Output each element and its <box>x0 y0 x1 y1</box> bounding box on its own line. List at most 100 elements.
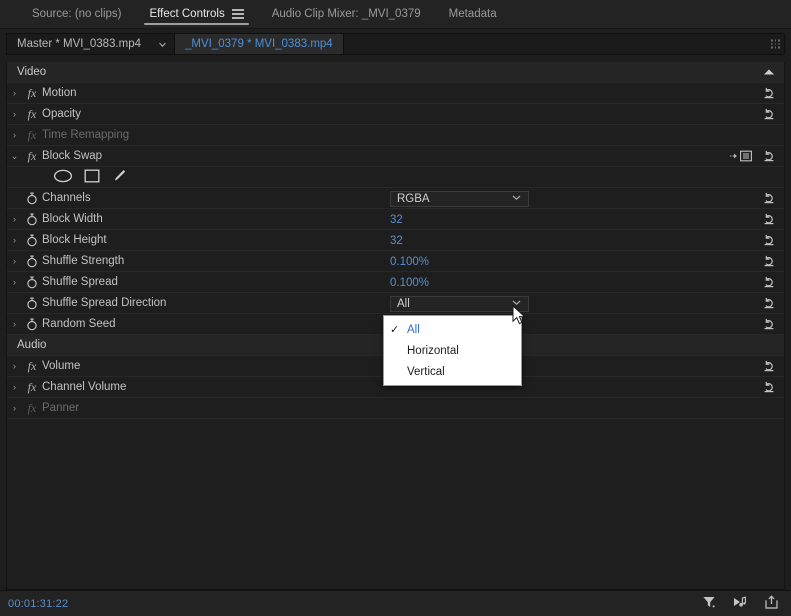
param-row-channels[interactable]: Channels RGBA <box>7 188 784 209</box>
effect-name-label: Volume <box>42 360 81 372</box>
param-value[interactable]: 32 <box>390 209 403 230</box>
stopwatch-icon[interactable] <box>22 192 42 205</box>
param-row-shuffle-spread-direction[interactable]: Shuffle Spread Direction All <box>7 293 784 314</box>
selected-clip-button[interactable]: _MVI_0379 * MVI_0383.mp4 <box>174 34 344 54</box>
menu-item-horizontal-label: Horizontal <box>407 344 459 357</box>
param-value[interactable]: 32 <box>390 230 403 251</box>
disclosure-triangle-icon[interactable]: › <box>7 256 22 266</box>
status-bar: 00:01:31:22 <box>0 590 791 616</box>
reset-icon[interactable] <box>762 107 776 121</box>
disclosure-triangle-icon[interactable]: › <box>7 235 22 245</box>
reset-icon[interactable] <box>762 86 776 100</box>
master-clip-label: Master * MVI_0383.mp4 <box>17 38 142 50</box>
disclosure-triangle-icon[interactable]: › <box>7 130 22 140</box>
reset-icon[interactable] <box>762 380 776 394</box>
param-value-unit: % <box>418 276 430 289</box>
effect-list-toggle-icon[interactable] <box>730 150 752 162</box>
tab-audio-clip-mixer-label: Audio Clip Mixer: _MVI_0379 <box>271 8 421 20</box>
param-value[interactable]: 0.100 % <box>390 251 429 272</box>
param-row-block-height[interactable]: › Block Height 32 <box>7 230 784 251</box>
menu-item-horizontal[interactable]: Horizontal <box>384 340 521 361</box>
checkmark-icon: ✓ <box>390 324 400 336</box>
disclosure-triangle-icon[interactable]: › <box>7 88 22 98</box>
ellipse-mask-icon[interactable] <box>53 169 73 186</box>
disclosure-triangle-icon[interactable]: › <box>7 361 22 371</box>
param-value-number[interactable]: 32 <box>390 235 403 247</box>
menu-item-all[interactable]: ✓ All <box>384 319 521 340</box>
reset-icon[interactable] <box>762 191 776 205</box>
stopwatch-icon[interactable] <box>22 255 42 268</box>
reset-icon[interactable] <box>762 149 776 163</box>
effect-name-label: Channel Volume <box>42 381 127 393</box>
param-value[interactable]: 0.100 % <box>390 272 429 293</box>
param-name-label: Random Seed <box>42 318 116 330</box>
tab-audio-clip-mixer[interactable]: Audio Clip Mixer: _MVI_0379 <box>258 0 435 29</box>
param-name-label: Shuffle Spread <box>42 276 118 288</box>
param-row-shuffle-strength[interactable]: › Shuffle Strength 0.100 % <box>7 251 784 272</box>
menu-item-all-label: All <box>407 323 420 336</box>
disclosure-triangle-icon[interactable]: › <box>7 277 22 287</box>
disclosure-triangle-icon[interactable]: › <box>7 319 22 329</box>
tab-metadata[interactable]: Metadata <box>435 0 511 29</box>
fx-icon: fx <box>27 85 37 100</box>
effect-row-time-remapping[interactable]: › fx Time Remapping <box>7 125 784 146</box>
shuffle-spread-direction-dropdown[interactable]: All <box>390 296 529 312</box>
panel-tab-bar: Source: (no clips) Effect Controls Audio… <box>0 0 791 29</box>
reset-icon[interactable] <box>762 359 776 373</box>
collapse-triangle-icon[interactable] <box>764 69 774 75</box>
disclosure-triangle-icon[interactable]: › <box>7 403 22 413</box>
disclosure-triangle-icon[interactable]: › <box>7 382 22 392</box>
param-row-shuffle-spread[interactable]: › Shuffle Spread 0.100 % <box>7 272 784 293</box>
menu-item-vertical-label: Vertical <box>407 365 445 378</box>
shuffle-spread-direction-menu[interactable]: ✓ All Horizontal Vertical <box>383 315 522 386</box>
effect-row-panner[interactable]: › fx Panner <box>7 398 784 419</box>
timecode-display[interactable]: 00:01:31:22 <box>0 598 68 610</box>
effect-row-opacity[interactable]: › fx Opacity <box>7 104 784 125</box>
reset-icon[interactable] <box>762 212 776 226</box>
reset-icon[interactable] <box>762 254 776 268</box>
fx-icon: fx <box>27 106 37 121</box>
tab-source[interactable]: Source: (no clips) <box>18 0 135 29</box>
tab-effect-controls[interactable]: Effect Controls <box>135 0 257 29</box>
param-name-label: Block Height <box>42 234 107 246</box>
reset-icon[interactable] <box>762 275 776 289</box>
chevron-down-icon[interactable] <box>151 34 174 54</box>
disclosure-triangle-icon[interactable]: › <box>7 214 22 224</box>
param-row-block-width[interactable]: › Block Width 32 <box>7 209 784 230</box>
effect-row-block-swap[interactable]: ⌄ fx Block Swap <box>7 146 784 167</box>
mask-tools-row <box>7 167 784 188</box>
tab-metadata-label: Metadata <box>448 8 497 20</box>
stopwatch-icon[interactable] <box>22 234 42 247</box>
panel-menu-icon[interactable] <box>231 7 244 22</box>
menu-item-vertical[interactable]: Vertical <box>384 361 521 382</box>
reset-icon[interactable] <box>762 296 776 310</box>
filter-funnel-icon[interactable] <box>702 595 716 612</box>
fx-icon: fx <box>27 400 37 415</box>
rectangle-mask-icon[interactable] <box>84 169 100 186</box>
stopwatch-icon[interactable] <box>22 318 42 331</box>
shuffle-spread-direction-value: All <box>397 298 410 310</box>
stopwatch-icon[interactable] <box>22 297 42 310</box>
tab-source-label: Source: (no clips) <box>32 8 122 20</box>
reset-icon[interactable] <box>762 233 776 247</box>
param-value-number[interactable]: 0.100 <box>390 277 419 289</box>
fx-icon: fx <box>27 379 37 394</box>
reset-icon[interactable] <box>762 317 776 331</box>
play-audio-icon[interactable] <box>732 595 748 612</box>
param-value-number[interactable]: 0.100 <box>390 256 419 268</box>
disclosure-triangle-icon[interactable]: ⌄ <box>7 151 22 161</box>
param-value-number[interactable]: 32 <box>390 214 403 226</box>
resize-grip-icon[interactable] <box>771 39 780 49</box>
chevron-down-icon <box>511 193 522 205</box>
effect-name-label: Time Remapping <box>42 129 130 141</box>
disclosure-triangle-icon[interactable]: › <box>7 109 22 119</box>
param-name-label: Channels <box>42 192 91 204</box>
effect-row-motion[interactable]: › fx Motion <box>7 83 784 104</box>
channels-dropdown[interactable]: RGBA <box>390 191 529 207</box>
group-header-video[interactable]: Video <box>7 62 784 83</box>
stopwatch-icon[interactable] <box>22 276 42 289</box>
master-clip-button[interactable]: Master * MVI_0383.mp4 <box>7 34 151 54</box>
stopwatch-icon[interactable] <box>22 213 42 226</box>
export-frame-icon[interactable] <box>764 594 779 613</box>
pen-mask-icon[interactable] <box>111 168 127 187</box>
